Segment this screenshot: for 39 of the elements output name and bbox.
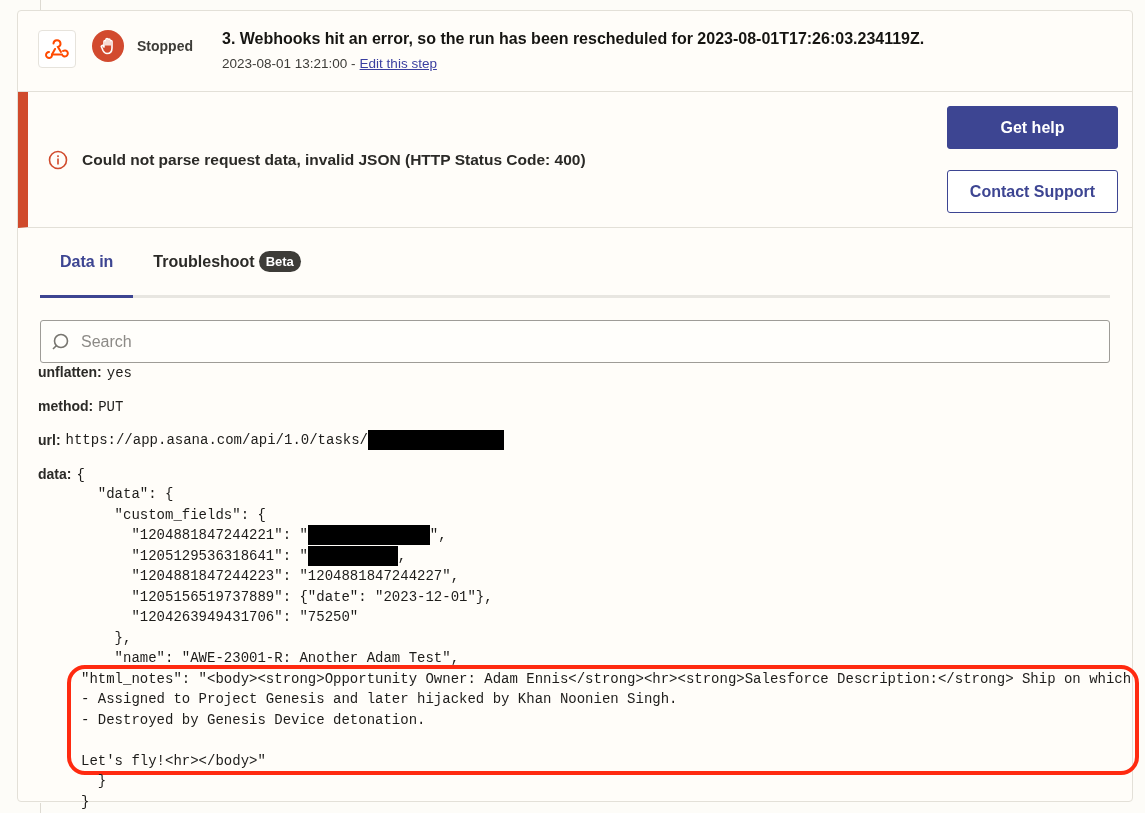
code-line: "name": "AWE-23001-R: Another Adam Test", — [113, 649, 461, 669]
status-label: Stopped — [137, 38, 193, 54]
field-label: url: — [38, 432, 61, 448]
code-line: - Assigned to Project Genesis and later hijacked by Khan Noonien Singh. — [81, 690, 679, 710]
code-line: "custom_fields": { — [113, 505, 267, 525]
tab[interactable]: Data in — [40, 228, 134, 298]
code-line: } — [81, 792, 91, 812]
code-text: https://app.asana.com/api/1.0/tasks/ — [65, 432, 368, 449]
code-line: - Destroyed by Genesis Device detonation. — [81, 710, 427, 730]
get-help-button[interactable]: Get help — [947, 106, 1118, 149]
code-line: "1204263949431706": "75250" — [130, 608, 360, 628]
code-text: "1204881847244221": " — [130, 527, 308, 544]
field-label: unflatten: — [38, 364, 102, 380]
code-text: { — [76, 467, 85, 483]
field-label: data: — [38, 466, 72, 482]
search-field[interactable]: Search — [40, 320, 1110, 363]
timestamp: 2023-08-01 13:21:00 - — [222, 56, 356, 71]
code-line: } — [96, 772, 108, 792]
code-line: "1204881847244223": "1204881847244227", — [130, 567, 461, 587]
code-text: PUT — [98, 399, 124, 415]
tab[interactable]: Troubleshoot Beta — [133, 228, 321, 298]
webhook-icon — [38, 30, 76, 68]
step-title: 3. Webhooks hit an error, so the run has been rescheduled for 2023-08-01T17:26:03.234119Z. — [222, 30, 925, 48]
code-line: Let's fly!<hr></body>" — [81, 751, 267, 771]
error-message: Could not parse request data, invalid JSON (HTTP Status Code: 400) — [82, 150, 586, 169]
code-text: , — [397, 547, 407, 564]
code-text: yes — [106, 365, 132, 381]
code-text: "1205129536318641": " — [130, 547, 308, 564]
code-line: "data": { — [96, 485, 175, 505]
field-label: method: — [38, 398, 94, 414]
code-line: }, — [113, 628, 133, 648]
edit-step-link[interactable]: Edit this step — [359, 56, 437, 71]
code-line: "1205156519737889": {"date": "2023-12-01"}, — [130, 587, 494, 607]
code-text: ", — [429, 527, 447, 544]
error-info-icon — [48, 149, 68, 170]
stop-hand-icon — [92, 30, 124, 62]
code-line: "html_notes": "<body><strong>Opportunity Owner: Adam Ennis</strong><hr><strong>Salesforce Description:</strong> Ship on which — [81, 669, 1133, 689]
beta-badge: Beta — [258, 251, 301, 272]
contact-support-button[interactable]: Contact Support — [947, 170, 1118, 213]
